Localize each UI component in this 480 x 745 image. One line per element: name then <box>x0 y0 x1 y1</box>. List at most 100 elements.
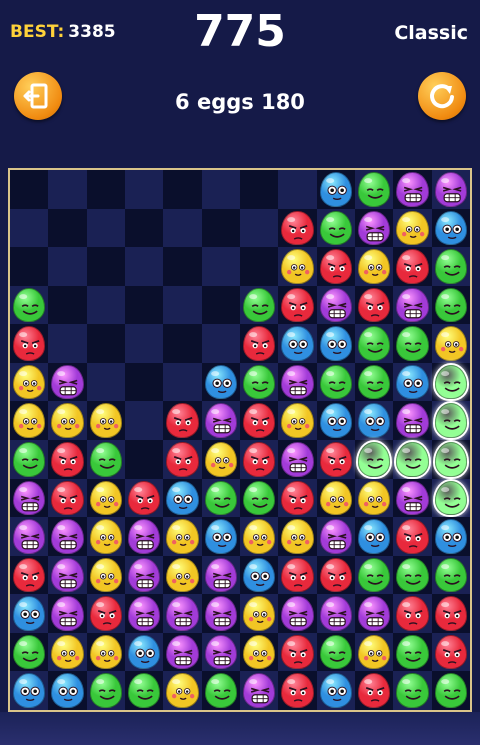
board-cell[interactable] <box>240 517 279 556</box>
board-cell[interactable] <box>431 285 470 325</box>
blue-egg[interactable] <box>319 673 352 708</box>
board-cell[interactable] <box>355 440 394 479</box>
purple-egg[interactable] <box>319 287 352 323</box>
blue-egg[interactable] <box>319 326 352 361</box>
board-cell[interactable] <box>48 478 87 518</box>
yellow-egg[interactable] <box>51 634 84 670</box>
board-cell[interactable] <box>316 632 355 672</box>
red-egg[interactable] <box>243 442 276 477</box>
board-cell[interactable] <box>125 671 164 710</box>
red-egg[interactable] <box>281 673 314 708</box>
board-cell[interactable] <box>10 478 49 518</box>
red-egg[interactable] <box>396 596 429 631</box>
red-egg[interactable] <box>358 287 391 323</box>
board-cell[interactable] <box>125 362 164 402</box>
board-cell[interactable] <box>10 594 49 633</box>
restart-button[interactable] <box>418 72 466 120</box>
blue-egg[interactable] <box>319 403 352 438</box>
red-egg[interactable] <box>319 442 352 477</box>
board-cell[interactable] <box>163 517 202 556</box>
board-cell[interactable] <box>355 247 394 286</box>
red-egg[interactable] <box>319 557 352 593</box>
board-cell[interactable] <box>48 517 87 556</box>
board-cell[interactable] <box>125 324 164 363</box>
board-cell[interactable] <box>393 440 432 479</box>
yellow-egg[interactable] <box>243 519 276 554</box>
board-cell[interactable] <box>163 362 202 402</box>
red-egg[interactable] <box>13 557 46 593</box>
board-cell[interactable] <box>240 170 279 209</box>
green-egg[interactable] <box>434 249 467 284</box>
board-cell[interactable] <box>125 208 164 248</box>
board-cell[interactable] <box>355 594 394 633</box>
yellow-egg[interactable] <box>89 403 122 438</box>
yellow-egg[interactable] <box>243 634 276 670</box>
board-cell[interactable] <box>201 170 240 209</box>
board-cell[interactable] <box>10 247 49 286</box>
board-cell[interactable] <box>355 324 394 363</box>
board-cell[interactable] <box>163 594 202 633</box>
blue-egg[interactable] <box>243 557 276 593</box>
board-cell[interactable] <box>431 247 470 286</box>
board-cell[interactable] <box>278 285 317 325</box>
board-cell[interactable] <box>316 594 355 633</box>
board-cell[interactable] <box>393 478 432 518</box>
board-cell[interactable] <box>125 555 164 595</box>
board-cell[interactable] <box>163 671 202 710</box>
yellow-egg[interactable] <box>51 403 84 438</box>
green-egg[interactable] <box>319 634 352 670</box>
board-cell[interactable] <box>10 671 49 710</box>
board-cell[interactable] <box>393 517 432 556</box>
board-cell[interactable] <box>125 594 164 633</box>
green-egg[interactable] <box>243 480 276 516</box>
green-egg[interactable] <box>13 287 46 323</box>
board-cell[interactable] <box>240 324 279 363</box>
purple-egg[interactable] <box>358 596 391 631</box>
red-egg[interactable] <box>243 326 276 361</box>
purple-egg[interactable] <box>204 634 237 670</box>
board-cell[interactable] <box>393 362 432 402</box>
board-cell[interactable] <box>201 324 240 363</box>
board-cell[interactable] <box>316 170 355 209</box>
board-cell[interactable] <box>48 632 87 672</box>
board-cell[interactable] <box>201 594 240 633</box>
board-cell[interactable] <box>86 671 125 710</box>
blue-egg[interactable] <box>204 519 237 554</box>
red-egg[interactable] <box>281 287 314 323</box>
board-cell[interactable] <box>10 170 49 209</box>
yellow-egg[interactable] <box>358 249 391 284</box>
blue-egg[interactable] <box>319 172 352 207</box>
board-cell[interactable] <box>316 440 355 479</box>
board-cell[interactable] <box>355 401 394 440</box>
board-cell[interactable] <box>431 362 470 402</box>
board-cell[interactable] <box>431 401 470 440</box>
board-cell[interactable] <box>201 440 240 479</box>
board-cell[interactable] <box>125 247 164 286</box>
board-cell[interactable] <box>10 285 49 325</box>
red-egg[interactable] <box>166 442 199 477</box>
board-cell[interactable] <box>125 440 164 479</box>
board-cell[interactable] <box>201 517 240 556</box>
board-cell[interactable] <box>355 170 394 209</box>
yellow-egg[interactable] <box>281 249 314 284</box>
green-egg[interactable] <box>434 557 467 593</box>
green-egg[interactable] <box>434 673 467 708</box>
red-egg[interactable] <box>434 596 467 631</box>
board-cell[interactable] <box>240 632 279 672</box>
green-egg[interactable] <box>89 673 122 708</box>
board-cell[interactable] <box>48 208 87 248</box>
board-cell[interactable] <box>355 478 394 518</box>
board-cell[interactable] <box>393 555 432 595</box>
purple-egg[interactable] <box>204 403 237 438</box>
board-cell[interactable] <box>278 517 317 556</box>
board-cell[interactable] <box>431 208 470 248</box>
green-egg[interactable] <box>204 673 237 708</box>
board-cell[interactable] <box>355 517 394 556</box>
board-cell[interactable] <box>278 401 317 440</box>
green-egg[interactable] <box>204 480 237 516</box>
board-cell[interactable] <box>86 440 125 479</box>
board-cell[interactable] <box>48 555 87 595</box>
yellow-egg[interactable] <box>89 557 122 593</box>
red-egg[interactable] <box>281 557 314 593</box>
board-cell[interactable] <box>278 324 317 363</box>
